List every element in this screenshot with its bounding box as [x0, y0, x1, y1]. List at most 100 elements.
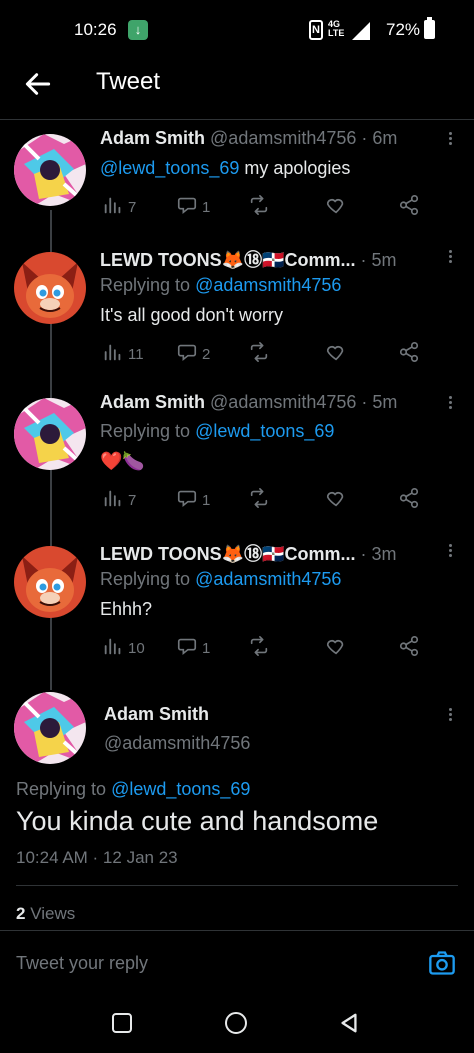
main-author-name[interactable]: Adam Smith: [104, 704, 209, 725]
tweet-actions: 11 2: [100, 342, 430, 366]
author-name[interactable]: Adam Smith: [100, 128, 205, 148]
views-icon: [102, 341, 124, 367]
main-author-handle[interactable]: @adamsmith4756: [104, 733, 250, 754]
reply-icon: [176, 341, 198, 367]
author-handle[interactable]: @adamsmith4756: [210, 392, 356, 412]
thread-tweet[interactable]: LEWD TOONS🦊⑱🇩🇴Comm... · 5m Replying to @…: [0, 246, 474, 386]
avatar[interactable]: [14, 546, 86, 618]
replying-to: Replying to @adamsmith4756: [100, 275, 341, 296]
avatar[interactable]: [14, 398, 86, 470]
share-action[interactable]: [398, 636, 420, 660]
main-replying-to: Replying to @lewd_toons_69: [16, 779, 250, 800]
author-handle[interactable]: @adamsmith4756: [210, 128, 356, 148]
views-count: 11: [128, 345, 144, 363]
tweet-text-content: ❤️🍆: [100, 451, 145, 471]
views-icon: [102, 487, 124, 513]
more-options-icon[interactable]: [444, 394, 456, 414]
reply-action[interactable]: 2: [176, 342, 210, 366]
share-icon: [398, 635, 420, 661]
main-tweet[interactable]: Adam Smith @adamsmith4756 Replying to @l…: [0, 690, 474, 930]
avatar[interactable]: [14, 252, 86, 324]
more-options-icon[interactable]: [444, 248, 456, 268]
reply-action[interactable]: 1: [176, 488, 210, 512]
tweet-text-content: my apologies: [239, 158, 351, 178]
reply-input[interactable]: [16, 953, 396, 974]
download-icon: ↓: [128, 20, 148, 40]
thread-tweet[interactable]: Adam Smith @adamsmith4756 · 5m Replying …: [0, 392, 474, 532]
share-icon: [398, 341, 420, 367]
status-time: 10:26: [74, 20, 117, 39]
tweet-age[interactable]: · 5m: [361, 392, 397, 412]
retweet-action[interactable]: [248, 195, 274, 219]
anime-avatar-icon: [14, 134, 86, 206]
main-tweet-text: You kinda cute and handsome: [16, 806, 379, 836]
thread-tweet[interactable]: LEWD TOONS🦊⑱🇩🇴Comm... · 3m Replying to @…: [0, 540, 474, 680]
retweet-action[interactable]: [248, 636, 274, 660]
tweet-header: Adam Smith @adamsmith4756 · 6m: [100, 128, 434, 149]
tweet-age[interactable]: · 6m: [361, 128, 397, 148]
back-arrow-icon[interactable]: [22, 68, 54, 100]
author-name[interactable]: LEWD TOONS🦊⑱🇩🇴Comm...: [100, 250, 356, 270]
author-name[interactable]: Adam Smith: [100, 392, 205, 412]
recents-button[interactable]: [112, 1013, 132, 1033]
replying-to-label: Replying to: [100, 569, 196, 589]
share-action[interactable]: [398, 488, 420, 512]
nav-back-icon[interactable]: [338, 1012, 360, 1034]
share-icon: [398, 194, 420, 220]
retweet-icon: [248, 341, 270, 367]
views-action[interactable]: 7: [102, 488, 136, 512]
views-count: 7: [128, 491, 137, 509]
views-action[interactable]: 10: [102, 636, 145, 660]
views-count: 7: [128, 198, 137, 216]
more-options-icon[interactable]: [444, 706, 456, 726]
avatar[interactable]: [14, 692, 86, 764]
system-nav-bar: [0, 996, 474, 1053]
like-action[interactable]: [325, 488, 351, 512]
replying-to-link[interactable]: @adamsmith4756: [195, 275, 341, 295]
views-count[interactable]: 2 Views: [16, 904, 75, 924]
tweet-age[interactable]: · 3m: [361, 544, 397, 564]
reply-action[interactable]: 1: [176, 195, 210, 219]
views-action[interactable]: 11: [102, 342, 144, 366]
replying-to-link[interactable]: @lewd_toons_69: [111, 779, 250, 799]
fox-avatar-icon: [14, 252, 86, 324]
views-icon: [102, 194, 124, 220]
camera-icon[interactable]: [428, 949, 456, 977]
reply-count: 1: [202, 198, 211, 216]
retweet-action[interactable]: [248, 488, 274, 512]
network-indicator: 4G LTE: [328, 19, 345, 38]
status-bar: 10:26 ↓ N 4G LTE 72%: [0, 0, 474, 62]
replying-to-label: Replying to: [16, 779, 112, 799]
heart-icon: [325, 487, 347, 513]
tweet-text: It's all good don't worry: [100, 305, 283, 326]
heart-icon: [325, 635, 347, 661]
like-action[interactable]: [325, 195, 351, 219]
share-action[interactable]: [398, 195, 420, 219]
avatar[interactable]: [14, 134, 86, 206]
reply-icon: [176, 194, 198, 220]
reply-action[interactable]: 1: [176, 636, 210, 660]
more-options-icon[interactable]: [444, 542, 456, 562]
home-button[interactable]: [225, 1012, 247, 1034]
like-action[interactable]: [325, 636, 351, 660]
like-action[interactable]: [325, 342, 351, 366]
replying-to: Replying to @lewd_toons_69: [100, 421, 334, 442]
tweet-text: @lewd_toons_69 my apologies: [100, 158, 350, 179]
replying-to-link[interactable]: @adamsmith4756: [195, 569, 341, 589]
retweet-action[interactable]: [248, 342, 274, 366]
views-action[interactable]: 7: [102, 195, 136, 219]
tweet-text-content: Ehhh?: [100, 599, 153, 619]
share-icon: [398, 487, 420, 513]
replying-to-link[interactable]: @lewd_toons_69: [195, 421, 334, 441]
reply-icon: [176, 635, 198, 661]
heart-icon: [325, 341, 347, 367]
divider: [16, 885, 458, 886]
share-action[interactable]: [398, 342, 420, 366]
more-options-icon[interactable]: [444, 130, 456, 150]
main-tweet-timestamp[interactable]: 10:24 AM · 12 Jan 23: [16, 848, 178, 868]
author-name[interactable]: LEWD TOONS🦊⑱🇩🇴Comm...: [100, 544, 356, 564]
tweet-age[interactable]: · 5m: [361, 250, 397, 270]
mention-link[interactable]: @lewd_toons_69: [100, 158, 239, 178]
battery-percent: 72%: [386, 20, 421, 39]
fox-avatar-icon: [14, 546, 86, 618]
